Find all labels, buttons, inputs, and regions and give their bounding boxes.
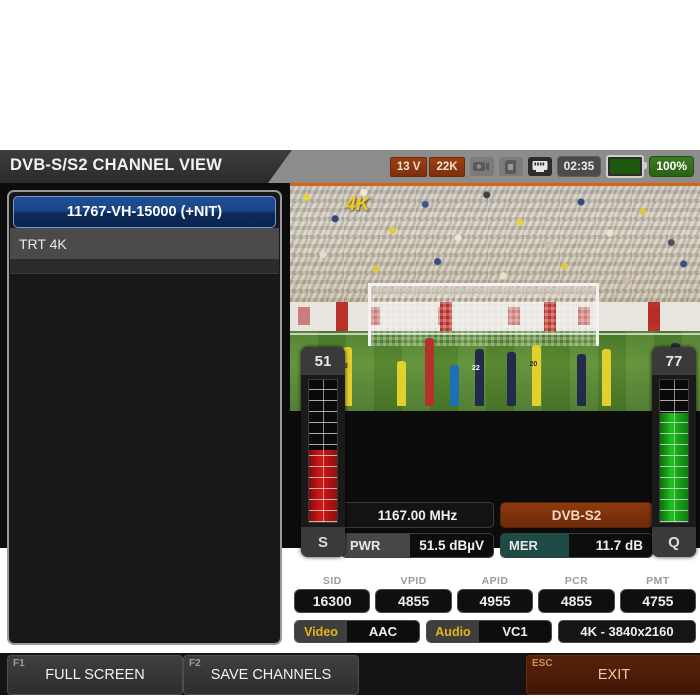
signal-quality-label: Q [652,527,696,557]
battery-fill [610,159,641,174]
full-screen-button[interactable]: F1 FULL SCREEN [7,655,183,695]
channel-list-box: 11767-VH-15000 (+NIT) TRT 4K [7,190,282,645]
resolution-display: 4K - 3840x2160 [558,620,696,643]
signal-strength-meter: 51 S [301,347,345,557]
list-item[interactable]: TRT 4K [10,228,279,260]
pid-value: 4855 [375,589,452,613]
header-bar: DVB-S/S2 CHANNEL VIEW 13 V 22K 02:35 100… [0,150,700,183]
pid-cell-pmt: PMT 4755 [619,575,697,613]
mer-group: MER 11.7 dB [500,533,653,558]
lnb-tone-badge: 22K [429,156,465,177]
list-item-empty [10,259,279,274]
video-codec-value: AAC [347,621,419,642]
player-figure [531,344,541,407]
mer-label: MER [501,534,569,557]
pid-cell-apid: APID 4955 [456,575,534,613]
audio-codec-value: VC1 [479,621,551,642]
pid-value: 4955 [456,589,534,613]
sd-card-icon [498,157,523,176]
goal-net [367,283,600,346]
signal-quality-meter: 77 Q [652,347,696,557]
power-value: 51.5 dBµV [410,534,493,557]
pid-value: 16300 [294,589,371,613]
signal-strength-label: S [301,527,345,557]
exit-button[interactable]: ESC EXIT [526,655,700,695]
measurement-row: PWR 51.5 dBµV MER 11.7 dB [341,533,653,558]
lnb-voltage-badge: 13 V [389,156,428,177]
player-figure [396,360,406,407]
broadcast-logo: 4K [345,194,370,216]
save-channels-label: SAVE CHANNELS [210,667,332,683]
video-codec-group: Video AAC [294,620,420,643]
referee-figure [425,338,435,407]
pid-value: 4855 [538,589,615,613]
player-figure [577,354,586,407]
audio-codec-group: Audio VC1 [426,620,552,643]
transponder-header[interactable]: 11767-VH-15000 (+NIT) [13,196,276,228]
channel-name: TRT 4K [19,235,67,252]
pid-header: VPID [400,575,427,587]
jersey-number: 20 [529,360,538,368]
audio-codec-label: Audio [427,621,479,642]
pid-cell-pcr: PCR 4855 [538,575,615,613]
pid-header: SID [322,575,342,587]
standard-display: DVB-S2 [500,502,653,528]
full-screen-label: FULL SCREEN [45,667,145,683]
battery-icon [606,155,648,178]
signal-strength-value: 51 [301,347,345,375]
exit-label: EXIT [597,667,631,683]
status-bar: 13 V 22K 02:35 100% [389,153,694,180]
video-top-accent [290,183,700,186]
codec-row: Video AAC Audio VC1 4K - 3840x2160 [294,620,696,643]
pid-cell-sid: SID 16300 [294,575,371,613]
pid-header: APID [481,575,509,587]
signal-quality-value: 77 [652,347,696,375]
player-figure [601,349,611,407]
clock-display: 02:35 [556,156,602,177]
pid-header: PMT [646,575,670,587]
pid-table: SID 16300 VPID 4855 APID 4955 PCR 4855 P… [294,575,697,613]
page-title: DVB-S/S2 CHANNEL VIEW [10,156,223,174]
lnb-status-group: 13 V 22K [389,156,465,177]
tuning-row: 1167.00 MHz DVB-S2 [341,502,653,528]
power-group: PWR 51.5 dBµV [341,533,494,558]
signal-strength-track [308,379,338,523]
battery-percent-badge: 100% [649,156,694,177]
power-label: PWR [342,534,410,557]
mer-value: 11.7 dB [569,534,652,557]
signal-strength-midline [323,380,324,522]
video-codec-label: Video [295,621,347,642]
function-key-bar: F1 FULL SCREEN F2 SAVE CHANNELS ESC EXIT [0,653,700,695]
video-preview[interactable]: 4K 13 22 20 96 [290,183,700,411]
channel-list-panel[interactable]: 11767-VH-15000 (+NIT) TRT 4K [7,190,282,645]
ethernet-icon [527,157,552,176]
transponder-label: 11767-VH-15000 (+NIT) [66,204,223,220]
frequency-display: 1167.00 MHz [341,502,494,528]
dvb-meter-screen: DVB-S/S2 CHANNEL VIEW 13 V 22K 02:35 100… [0,150,700,695]
pid-header: PCR [564,575,589,587]
signal-quality-track [659,379,689,523]
pid-cell-vpid: VPID 4855 [375,575,452,613]
battery-tip [644,162,648,169]
signal-quality-midline [674,380,675,522]
save-channels-button[interactable]: F2 SAVE CHANNELS [183,655,359,695]
player-figure [474,349,484,407]
player-figure [507,351,517,407]
goalkeeper-figure [449,365,459,407]
usb-camera-icon [469,157,494,176]
pid-value: 4755 [619,589,697,613]
jersey-number: 22 [472,365,480,373]
